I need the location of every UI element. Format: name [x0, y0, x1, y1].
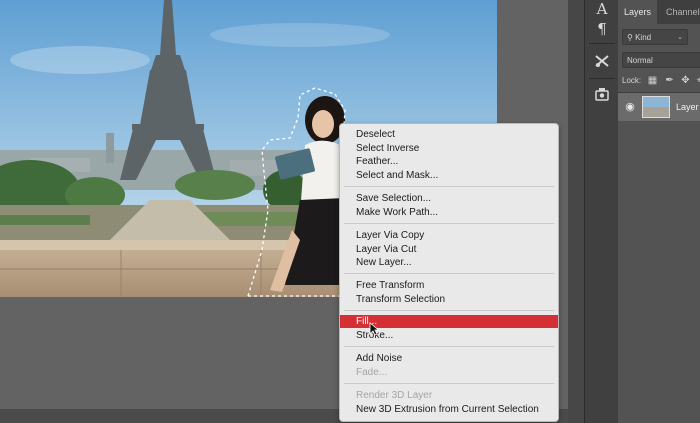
menu-item-feather[interactable]: Feather...	[340, 155, 558, 168]
menu-item-free-transform[interactable]: Free Transform	[340, 279, 558, 292]
mouse-pointer-icon	[369, 322, 379, 336]
menu-item-new-layer[interactable]: New Layer...	[340, 256, 558, 269]
menu-item-add-noise[interactable]: Add Noise	[340, 352, 558, 365]
camera-raw-icon[interactable]	[591, 83, 613, 105]
lock-position-icon[interactable]: ✥	[680, 75, 691, 86]
paragraph-icon[interactable]: ¶	[591, 18, 613, 40]
lock-label: Lock:	[622, 76, 642, 85]
menu-item-layer-via-copy[interactable]: Layer Via Copy	[340, 229, 558, 242]
menu-separator	[344, 223, 554, 224]
tab-layers[interactable]: Layers	[618, 0, 658, 24]
transform-tools-icon[interactable]	[591, 50, 613, 72]
panel-tools-strip: A ¶	[584, 0, 620, 423]
menu-item-deselect[interactable]: Deselect	[340, 128, 558, 141]
menu-separator	[344, 186, 554, 187]
menu-separator	[344, 383, 554, 384]
blend-mode-select[interactable]: Normal	[622, 52, 700, 68]
menu-separator	[344, 273, 554, 274]
menu-item-new-3d-extrusion[interactable]: New 3D Extrusion from Current Selection	[340, 403, 558, 416]
chevron-down-icon: ⌄	[677, 34, 683, 41]
menu-item-render-3d-layer: Render 3D Layer	[356, 390, 433, 401]
menu-item-save-selection[interactable]: Save Selection...	[340, 192, 558, 205]
tab-channels[interactable]: Channels	[660, 0, 700, 24]
type-tool-icon[interactable]: A	[591, 0, 613, 20]
kind-filter-label: Kind	[635, 33, 652, 42]
menu-item-select-inverse[interactable]: Select Inverse	[340, 142, 558, 155]
panel-tab-bar: Layers Channels	[618, 0, 700, 24]
search-icon: ⚲	[627, 33, 633, 42]
menu-item-layer-via-cut[interactable]: Layer Via Cut	[340, 243, 558, 256]
menu-separator	[344, 346, 554, 347]
layers-panel: Layers Channels ⚲ Kind ⌄ Normal Lock: ▦ …	[618, 0, 700, 423]
visibility-eye-icon[interactable]: ◉	[624, 101, 636, 113]
layer-name: Layer	[676, 102, 699, 112]
menu-item-transform-selection[interactable]: Transform Selection	[340, 293, 558, 306]
menu-item-fade: Fade...	[356, 367, 388, 378]
context-menu: Deselect Select Inverse Feather... Selec…	[339, 123, 559, 422]
menu-separator	[344, 310, 554, 311]
canvas-vertical-scrollbar[interactable]	[568, 0, 584, 423]
lock-artboard-icon[interactable]: ⌖	[694, 75, 700, 86]
tools-divider	[589, 43, 615, 44]
lock-image-pixels-icon[interactable]: ✒	[664, 75, 675, 86]
layer-kind-filter[interactable]: ⚲ Kind ⌄	[622, 29, 688, 45]
layer-row[interactable]: ◉ Layer	[618, 93, 700, 121]
menu-item-select-and-mask[interactable]: Select and Mask...	[340, 169, 558, 182]
lock-transparent-pixels-icon[interactable]: ▦	[647, 75, 658, 86]
tools-divider	[589, 78, 615, 79]
layer-thumbnail	[642, 96, 670, 118]
menu-item-make-work-path[interactable]: Make Work Path...	[340, 206, 558, 219]
